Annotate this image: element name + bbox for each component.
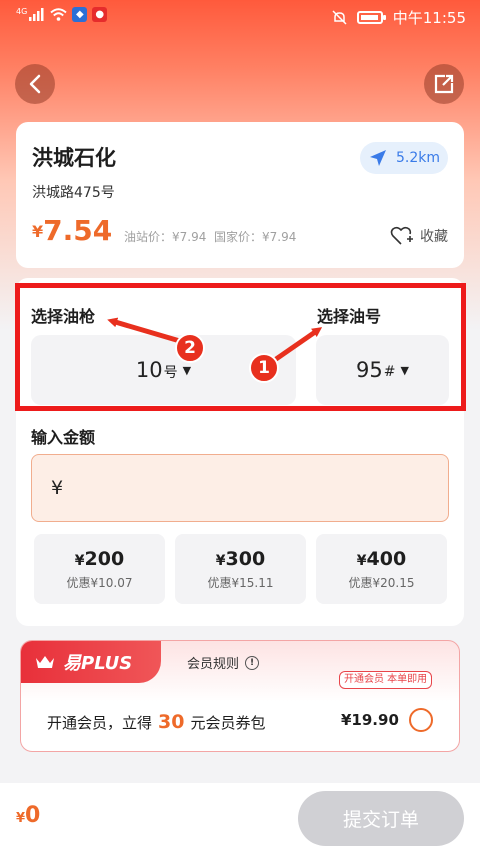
total-amount: ¥0 bbox=[16, 803, 41, 828]
submit-order-button[interactable]: 提交订单 bbox=[298, 791, 464, 846]
quick-amount-200[interactable]: ¥200 优惠¥10.07 bbox=[34, 534, 165, 604]
crown-icon bbox=[36, 656, 54, 668]
quick-amount-300[interactable]: ¥300 优惠¥15.11 bbox=[175, 534, 306, 604]
quick-amount-value: 300 bbox=[225, 548, 266, 570]
bottom-bar: ¥0 提交订单 bbox=[0, 783, 480, 853]
amount-input[interactable]: ¥ bbox=[31, 454, 449, 522]
annotation-badge-2: 2 bbox=[175, 333, 205, 363]
plus-brand-tab: 易PLUS bbox=[21, 641, 161, 683]
quick-amount-400[interactable]: ¥400 优惠¥20.15 bbox=[316, 534, 447, 604]
membership-radio[interactable] bbox=[409, 708, 433, 732]
plus-brand: 易PLUS bbox=[63, 653, 133, 674]
quick-amount-discount: 优惠¥10.07 bbox=[66, 576, 133, 590]
amount-placeholder: ¥ bbox=[51, 477, 64, 499]
quick-amount-discount: 优惠¥15.11 bbox=[207, 576, 274, 590]
annotation-badge-1: 1 bbox=[249, 353, 279, 383]
quick-amount-value: 200 bbox=[84, 548, 125, 570]
membership-rules-link[interactable]: 会员规则 ! bbox=[187, 653, 260, 672]
info-icon: ! bbox=[245, 655, 260, 670]
membership-promo-badge: 开通会员 本单即用 bbox=[339, 671, 433, 689]
amount-label: 输入金额 bbox=[31, 428, 96, 447]
quick-amount-value: 400 bbox=[366, 548, 407, 570]
membership-card[interactable]: 易PLUS 会员规则 ! 开通会员 本单即用 开通会员，立得 30 元会员券包 ¥1… bbox=[20, 640, 460, 752]
quick-amount-discount: 优惠¥20.15 bbox=[348, 576, 415, 590]
membership-description: 开通会员，立得 30 元会员券包 bbox=[47, 711, 266, 733]
membership-price: ¥19.90 bbox=[341, 711, 399, 729]
